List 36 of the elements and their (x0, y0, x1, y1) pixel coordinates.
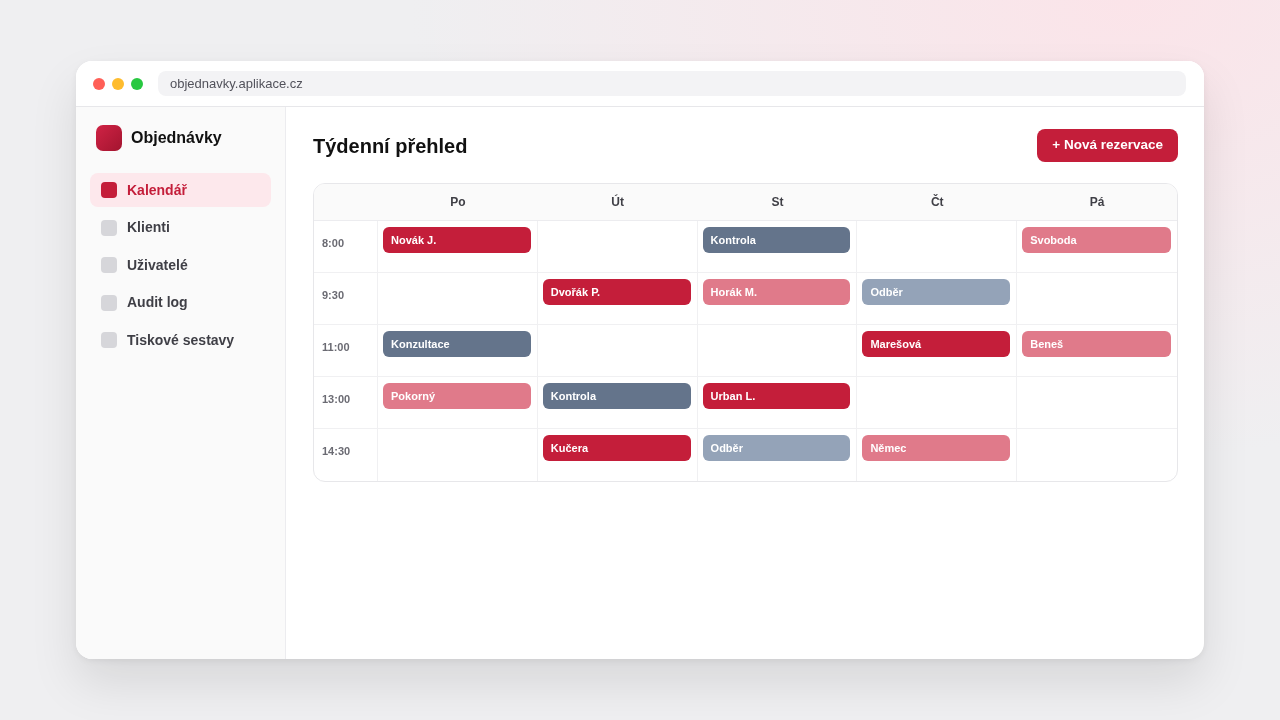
day-header: Pá (1089, 194, 1105, 211)
day-header: Po (450, 194, 466, 211)
app-name: Objednávky (131, 128, 222, 148)
window-minimize-icon[interactable] (112, 77, 124, 90)
sidebar-item[interactable]: Audit log (90, 285, 271, 320)
logo-icon (96, 125, 122, 151)
time-label: 9:30 (322, 289, 345, 301)
sidebar-item[interactable]: Uživatelé (90, 248, 271, 282)
window-maximize-icon[interactable] (131, 77, 143, 90)
address-bar[interactable]: objednavky.aplikace.cz (158, 71, 1186, 96)
square-icon (101, 257, 117, 273)
window-close-icon[interactable] (93, 77, 105, 90)
square-icon (101, 332, 117, 348)
appointment-block[interactable]: Marešová (862, 331, 1011, 357)
appointment-block[interactable]: Dvořák P. (542, 279, 691, 305)
square-icon (101, 294, 117, 311)
sidebar-item[interactable]: Klienti (90, 210, 271, 245)
appointment-block[interactable]: Kučera (542, 435, 691, 461)
square-icon (101, 182, 117, 198)
appointment-block[interactable]: Novák J. (383, 227, 531, 253)
day-header: St (771, 194, 784, 211)
page-title: Týdenní přehled (313, 133, 468, 159)
sidebar-item[interactable]: Kalendář (90, 173, 271, 207)
time-label: 13:00 (322, 393, 351, 405)
appointment-block[interactable]: Konzultace (383, 331, 531, 357)
time-label: 14:30 (322, 445, 351, 457)
appointment-block[interactable]: Kontrola (542, 383, 691, 409)
appointment-block[interactable]: Kontrola (702, 227, 851, 253)
day-header: Čt (930, 193, 944, 211)
square-icon (101, 219, 117, 236)
time-label: 8:00 (322, 237, 345, 249)
sidebar-item[interactable]: Tiskové sestavy (90, 323, 271, 357)
day-header: Út (611, 193, 625, 211)
time-label: 11:00 (322, 341, 350, 353)
appointment-block[interactable]: Urban L. (702, 383, 851, 409)
new-reservation-button[interactable]: + Nová rezervace (1037, 129, 1178, 162)
